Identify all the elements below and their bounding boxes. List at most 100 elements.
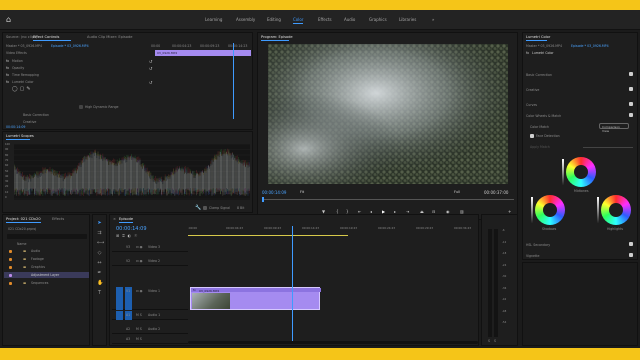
track-mute-solo-icon[interactable]: M S xyxy=(136,337,142,341)
tab-project[interactable]: Project: 021 CDx20 xyxy=(6,217,41,221)
face-detection-checkbox[interactable] xyxy=(530,134,534,138)
zoom-select[interactable]: Fit xyxy=(300,190,304,194)
effect-playhead[interactable] xyxy=(233,43,234,119)
timeline-scrollbar[interactable] xyxy=(188,341,478,344)
workspace-libraries[interactable]: Libraries xyxy=(399,17,416,22)
project-item-adjustment-layer[interactable]: Adjustment Layer xyxy=(31,273,59,277)
type-tool-icon[interactable]: T xyxy=(97,291,102,296)
timeline-playhead[interactable] xyxy=(292,226,294,344)
workspace-learning[interactable]: Learning xyxy=(205,17,222,22)
track-id-label[interactable]: V1 xyxy=(126,289,130,293)
track-id-label[interactable]: A1 xyxy=(126,313,130,317)
highlights-slider[interactable] xyxy=(597,197,599,223)
section-creative[interactable]: Creative xyxy=(526,88,539,92)
timeline-snap-tools-icon[interactable]: ⊞⌗◐⚐ xyxy=(116,233,141,238)
track-id-label[interactable]: V3 xyxy=(126,245,130,249)
solo-left-button[interactable]: S xyxy=(488,339,490,343)
effect-clip-bar[interactable]: 03_0926.MP4 xyxy=(155,50,251,56)
highlights-wheel[interactable] xyxy=(601,195,631,225)
tab-lumetri-scopes[interactable]: Lumetri Scopes xyxy=(6,134,34,138)
track-id-label[interactable]: A2 xyxy=(126,327,130,331)
sequence-clip-label[interactable]: Episode * 03_0926.MP4 xyxy=(51,44,89,48)
effect-lumetri-color[interactable]: Lumetri Color xyxy=(12,80,34,84)
section-color-wheels[interactable]: Color Wheels & Match xyxy=(526,114,561,118)
lumetri-master-label[interactable]: Master * 03_0926.MP4 xyxy=(526,44,562,48)
basic-correction-label[interactable]: Basic Correction xyxy=(23,113,49,117)
clamp-checkbox[interactable] xyxy=(203,206,207,210)
hand-tool-icon[interactable]: ✋ xyxy=(97,281,103,286)
master-clip-label[interactable]: Master * 03_0926.MP4 xyxy=(6,44,42,48)
color-wheels-checkbox[interactable] xyxy=(629,113,633,117)
workspace-audio[interactable]: Audio xyxy=(344,17,355,22)
shadows-wheel[interactable] xyxy=(535,195,565,225)
source-patch-target[interactable] xyxy=(116,311,123,320)
effect-motion[interactable]: Motion xyxy=(12,59,23,63)
midtones-wheel[interactable] xyxy=(566,157,596,187)
section-vignette[interactable]: Vignette xyxy=(526,254,539,258)
tab-effects[interactable]: Effects xyxy=(52,217,64,221)
shadows-slider[interactable] xyxy=(531,197,533,223)
project-item-sequences[interactable]: Sequences xyxy=(31,281,48,285)
track-visibility-icon[interactable]: ⊡ ◉ xyxy=(136,259,142,263)
program-current-time[interactable]: 00:00:14:09 xyxy=(262,190,286,195)
tab-lumetri-color[interactable]: Lumetri Color xyxy=(526,35,550,39)
close-tab-icon[interactable]: × xyxy=(113,217,116,221)
reset-icon[interactable]: ↺ xyxy=(149,66,152,71)
name-column-header[interactable]: Name xyxy=(17,242,26,246)
creative-checkbox[interactable] xyxy=(629,87,633,91)
track-mute-solo-icon[interactable]: M S xyxy=(136,313,142,317)
track-mute-solo-icon[interactable]: M S xyxy=(136,327,142,331)
basic-correction-checkbox[interactable] xyxy=(629,72,633,76)
video-clip[interactable]: 03_0926.MP4 fx xyxy=(190,287,321,310)
program-playhead[interactable] xyxy=(262,197,264,202)
project-item-footage[interactable]: Footage xyxy=(31,257,44,261)
track-id-label[interactable]: V2 xyxy=(126,259,130,263)
creative-label[interactable]: Creative xyxy=(23,120,36,124)
solo-right-button[interactable]: S xyxy=(494,339,496,343)
home-icon[interactable]: ⌂ xyxy=(6,16,14,24)
match-slider[interactable] xyxy=(583,147,633,148)
project-item-audio[interactable]: Audio xyxy=(31,249,40,253)
mask-tools-icon[interactable]: ◯▢✎ xyxy=(12,86,33,92)
program-scrub-bar[interactable] xyxy=(262,199,514,200)
slip-tool-icon[interactable]: ↔ xyxy=(97,261,102,266)
apply-match-button[interactable]: Apply Match xyxy=(530,145,550,149)
track-visibility-icon[interactable]: ⊡ ◉ xyxy=(136,289,142,293)
comparison-view-button[interactable]: Comparison View xyxy=(599,123,629,133)
ripple-edit-tool-icon[interactable]: ⟷ xyxy=(97,241,104,246)
razor-tool-icon[interactable]: ◇ xyxy=(97,251,102,256)
program-video-frame[interactable] xyxy=(268,44,508,184)
workspace-color[interactable]: Color xyxy=(293,17,304,24)
pen-tool-icon[interactable]: ✒ xyxy=(97,271,102,276)
hdr-checkbox[interactable] xyxy=(79,105,83,109)
effect-opacity[interactable]: Opacity xyxy=(12,66,24,70)
reset-icon[interactable]: ↺ xyxy=(149,80,152,85)
section-hsl-secondary[interactable]: HSL Secondary xyxy=(526,243,550,247)
workspace-assembly[interactable]: Assembly xyxy=(236,17,255,22)
work-area-bar[interactable] xyxy=(188,235,348,236)
hsl-secondary-checkbox[interactable] xyxy=(629,242,633,246)
workspace-graphics[interactable]: Graphics xyxy=(369,17,387,22)
midtones-slider[interactable] xyxy=(562,159,564,185)
bit-depth-select[interactable]: 8 Bit xyxy=(237,206,244,210)
tab-audio-clip-mixer[interactable]: Audio Clip Mixer: Episode xyxy=(87,35,133,39)
section-curves[interactable]: Curves xyxy=(526,103,537,107)
selection-tool-icon[interactable]: ➤ xyxy=(97,221,102,226)
workspace-effects[interactable]: Effects xyxy=(318,17,332,22)
track-visibility-icon[interactable]: ⊡ ◉ xyxy=(136,245,142,249)
timeline-timecode[interactable]: 00:00:14:09 xyxy=(116,226,147,232)
tab-program[interactable]: Program: Episode xyxy=(261,35,293,39)
quality-select[interactable]: Full xyxy=(454,190,460,194)
wrench-icon[interactable]: 🔧 xyxy=(195,205,201,211)
tab-episode-sequence[interactable]: Episode xyxy=(119,217,133,221)
workspace-more-icon[interactable]: » xyxy=(432,17,434,22)
track-select-tool-icon[interactable]: ⇉ xyxy=(97,231,102,236)
curves-checkbox[interactable] xyxy=(629,102,633,106)
effect-timecode[interactable]: 00:00:14:09 xyxy=(6,125,25,129)
source-patch-target[interactable] xyxy=(116,287,123,310)
lumetri-clip-label[interactable]: Episode * 03_0926.MP4 xyxy=(571,44,609,48)
effect-time-remapping[interactable]: Time Remapping xyxy=(12,73,39,77)
tab-effect-controls[interactable]: Effect Controls xyxy=(33,35,59,39)
workspace-editing[interactable]: Editing xyxy=(267,17,281,22)
reset-icon[interactable]: ↺ xyxy=(149,59,152,64)
